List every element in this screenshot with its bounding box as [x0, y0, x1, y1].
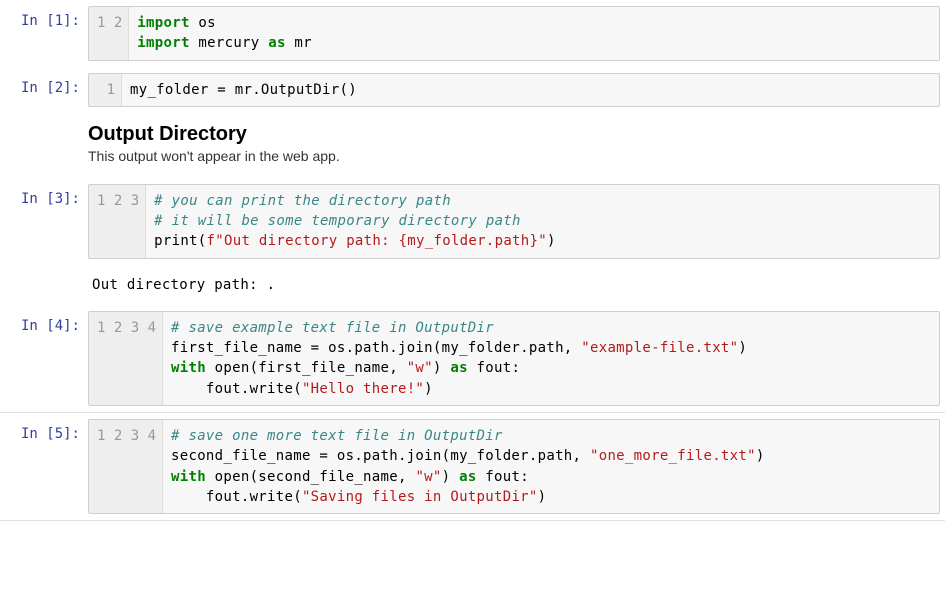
- prompt-in-4: In [4]:: [0, 311, 88, 334]
- prompt-in-2: In [2]:: [0, 73, 88, 96]
- cell-4: In [4]: 1 2 3 4 # save example text file…: [0, 305, 945, 413]
- notebook: In [1]: 1 2 import os import mercury as …: [0, 0, 945, 521]
- code-content[interactable]: # save one more text file in OutputDir s…: [163, 420, 773, 513]
- line-gutter: 1 2 3 4: [89, 420, 163, 513]
- prompt-empty: [0, 119, 88, 126]
- code-box: 1 2 3 4 # save one more text file in Out…: [88, 419, 940, 514]
- code-box: 1 2 3 4 # save example text file in Outp…: [88, 311, 940, 406]
- code-content[interactable]: my_folder = mr.OutputDir(): [122, 74, 365, 106]
- code-box: 1 2 import os import mercury as mr: [88, 6, 940, 61]
- prompt-in-1: In [1]:: [0, 6, 88, 29]
- cell-3-stdout: Out directory path: .: [0, 265, 945, 305]
- cell-2: In [2]: 1 my_folder = mr.OutputDir(): [0, 67, 945, 113]
- code-content[interactable]: # save example text file in OutputDir fi…: [163, 312, 755, 405]
- cell-3: In [3]: 1 2 3 # you can print the direct…: [0, 178, 945, 265]
- input-area-4[interactable]: 1 2 3 4 # save example text file in Outp…: [88, 311, 940, 406]
- line-gutter: 1 2 3: [89, 185, 146, 258]
- output-subtext: This output won't appear in the web app.: [88, 148, 940, 164]
- line-gutter: 1: [89, 74, 122, 106]
- input-area-5[interactable]: 1 2 3 4 # save one more text file in Out…: [88, 419, 940, 514]
- line-gutter: 1 2: [89, 7, 129, 60]
- stdout-text: Out directory path: .: [88, 271, 940, 299]
- code-box: 1 my_folder = mr.OutputDir(): [88, 73, 940, 107]
- input-area-1[interactable]: 1 2 import os import mercury as mr: [88, 6, 940, 61]
- rich-output: Output Directory This output won't appea…: [88, 119, 940, 172]
- prompt-in-5: In [5]:: [0, 419, 88, 442]
- code-box: 1 2 3 # you can print the directory path…: [88, 184, 940, 259]
- input-area-3[interactable]: 1 2 3 # you can print the directory path…: [88, 184, 940, 259]
- code-content[interactable]: # you can print the directory path # it …: [146, 185, 564, 258]
- output-title: Output Directory: [88, 123, 940, 146]
- cell-5: In [5]: 1 2 3 4 # save one more text fil…: [0, 413, 945, 521]
- cell-2-output: Output Directory This output won't appea…: [0, 113, 945, 178]
- cell-1: In [1]: 1 2 import os import mercury as …: [0, 0, 945, 67]
- stdout-area: Out directory path: .: [88, 271, 940, 299]
- prompt-empty: [0, 271, 88, 278]
- prompt-in-3: In [3]:: [0, 184, 88, 207]
- line-gutter: 1 2 3 4: [89, 312, 163, 405]
- code-content[interactable]: import os import mercury as mr: [129, 7, 320, 60]
- input-area-2[interactable]: 1 my_folder = mr.OutputDir(): [88, 73, 940, 107]
